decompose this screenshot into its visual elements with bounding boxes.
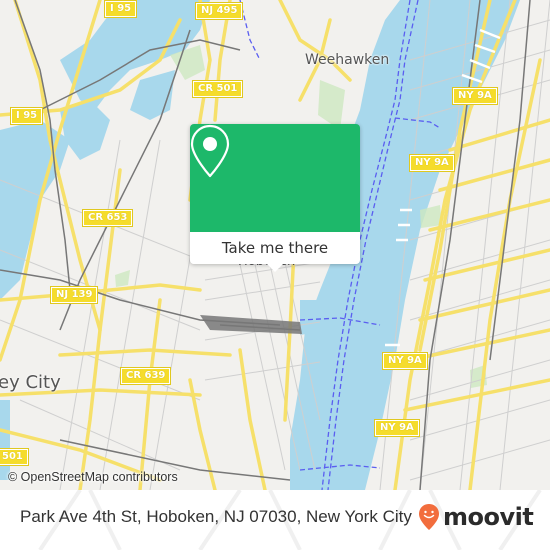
address-text: Park Ave 4th St, Hoboken, NJ 07030, New … bbox=[20, 507, 412, 526]
map-canvas[interactable]: I 95 NJ 495 CR 501 I 95 CR 653 NJ 139 CR… bbox=[0, 0, 550, 490]
place-label-weehawken: Weehawken bbox=[305, 52, 390, 68]
rail-terminal bbox=[200, 315, 302, 334]
map-attribution[interactable]: © OpenStreetMap contributors bbox=[8, 470, 178, 484]
route-shield-nj495: NJ 495 bbox=[194, 2, 244, 20]
footer-bar: Park Ave 4th St, Hoboken, NJ 07030, New … bbox=[0, 490, 550, 550]
route-shield-cr653: CR 653 bbox=[81, 209, 134, 227]
route-shield-501: 501 bbox=[0, 448, 29, 466]
route-shield-ny9a-2: NY 9A bbox=[409, 154, 455, 172]
take-me-there-button[interactable]: Take me there bbox=[190, 232, 360, 264]
map-widget: I 95 NJ 495 CR 501 I 95 CR 653 NJ 139 CR… bbox=[0, 0, 550, 550]
moovit-wordmark: moovit bbox=[443, 503, 534, 531]
moovit-pin-icon bbox=[419, 504, 439, 530]
route-shield-ny9a-1: NY 9A bbox=[452, 87, 498, 105]
popup-header[interactable] bbox=[190, 124, 360, 232]
place-label-jersey-city: ey City bbox=[0, 372, 61, 393]
destination-popup[interactable]: Take me there bbox=[190, 124, 360, 272]
moovit-logo[interactable]: moovit bbox=[418, 503, 534, 531]
route-shield-cr639: CR 639 bbox=[119, 367, 172, 385]
map-pin-icon bbox=[190, 124, 230, 178]
popup-pointer bbox=[267, 264, 283, 272]
route-shield-ny9a-4: NY 9A bbox=[374, 419, 420, 437]
route-shield-ny9a-3: NY 9A bbox=[382, 352, 428, 370]
route-shield-cr501: CR 501 bbox=[191, 80, 244, 98]
route-shield-i95-west: I 95 bbox=[9, 107, 44, 125]
route-shield-i95-north: I 95 bbox=[103, 0, 138, 18]
route-shield-nj139: NJ 139 bbox=[49, 286, 99, 304]
